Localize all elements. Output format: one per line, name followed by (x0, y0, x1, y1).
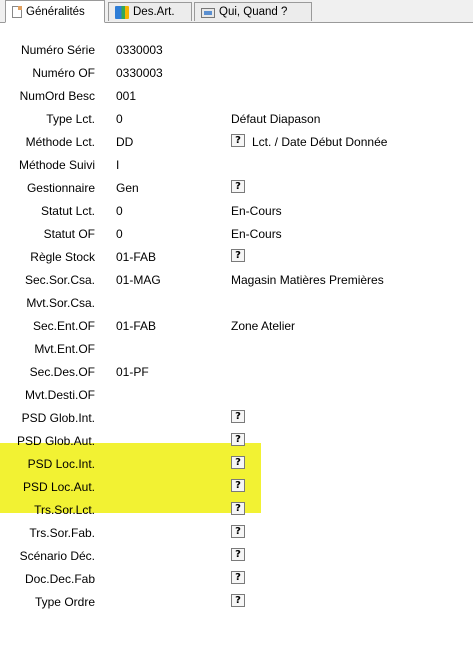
help-icon[interactable]: ? (231, 571, 245, 584)
field-description: En-Cours (231, 227, 282, 241)
document-icon (12, 5, 22, 18)
help-icon[interactable]: ? (231, 456, 245, 469)
field-label: Type Lct. (46, 112, 95, 126)
book-icon (115, 5, 129, 19)
help-icon[interactable]: ? (231, 548, 245, 561)
field-row-trs-sor-fab: Trs.Sor.Fab.? (0, 523, 473, 543)
field-label: Méthode Lct. (25, 135, 95, 149)
field-label: Scénario Déc. (19, 549, 95, 563)
field-label: Type Ordre (34, 595, 95, 609)
field-value: 01-MAG (116, 273, 161, 287)
field-value: 0330003 (116, 43, 163, 57)
help-icon[interactable]: ? (231, 502, 245, 515)
field-label: Trs.Sor.Lct. (34, 503, 95, 517)
field-row-type-ordre: Type Ordre? (0, 592, 473, 612)
field-label: Trs.Sor.Fab. (29, 526, 95, 540)
help-icon[interactable]: ? (231, 433, 245, 446)
field-label: PSD Glob.Int. (21, 411, 95, 425)
field-label: Méthode Suivi (18, 158, 95, 172)
field-value: 01-FAB (116, 319, 157, 333)
field-row-numero-serie: Numéro Série 0330003 (0, 40, 473, 60)
field-label: Gestionnaire (26, 181, 95, 195)
field-description: Lct. / Date Début Donnée (252, 135, 388, 149)
tab-generalites[interactable]: Généralités (5, 0, 105, 23)
field-value: Gen (116, 181, 139, 195)
field-row-statut-lct: Statut Lct. 0 En-Cours (0, 201, 473, 221)
help-icon[interactable]: ? (231, 134, 245, 147)
field-row-psd-loc-int: PSD Loc.Int.? (0, 454, 473, 474)
field-label: Doc.Dec.Fab (24, 572, 95, 586)
field-row-trs-sor-lct: Trs.Sor.Lct.? (0, 500, 473, 520)
field-label: Numéro OF (32, 66, 95, 80)
field-row-type-lct: Type Lct. 0 Défaut Diapason (0, 109, 473, 129)
tab-label: Des.Art. (133, 6, 175, 18)
field-row-numero-of: Numéro OF 0330003 (0, 63, 473, 83)
field-label: Mvt.Ent.OF (34, 342, 95, 356)
field-label: Numéro Série (20, 43, 95, 57)
help-icon[interactable]: ? (231, 410, 245, 423)
field-value: 0 (116, 227, 123, 241)
tab-bar: Généralités Des.Art. Qui, Quand ? (0, 0, 473, 23)
field-value: 0 (116, 204, 123, 218)
help-icon[interactable]: ? (231, 180, 245, 193)
field-label: Mvt.Desti.OF (24, 388, 95, 402)
field-row-regle-stock: Règle Stock 01-FAB? (0, 247, 473, 267)
field-value: 0 (116, 112, 123, 126)
field-value: 001 (116, 89, 137, 103)
field-description: Magasin Matières Premières (231, 273, 384, 287)
field-label: PSD Loc.Int. (27, 457, 95, 471)
help-icon[interactable]: ? (231, 479, 245, 492)
field-row-psd-glob-aut: PSD Glob.Aut.? (0, 431, 473, 451)
field-row-sec-ent-of: Sec.Ent.OF 01-FAB Zone Atelier (0, 316, 473, 336)
help-icon[interactable]: ? (231, 594, 245, 607)
field-description: Zone Atelier (231, 319, 296, 333)
help-icon[interactable]: ? (231, 525, 245, 538)
field-value: 01-PF (116, 365, 149, 379)
field-value: 0330003 (116, 66, 163, 80)
field-row-scenario-dec: Scénario Déc.? (0, 546, 473, 566)
field-value: 01-FAB (116, 250, 157, 264)
field-row-numord-besc: NumOrd Besc 001 (0, 86, 473, 106)
field-value: DD (116, 135, 134, 149)
field-row-doc-dec-fab: Doc.Dec.Fab? (0, 569, 473, 589)
field-label: Statut OF (43, 227, 95, 241)
field-label: PSD Glob.Aut. (16, 434, 95, 448)
field-label: Sec.Des.OF (29, 365, 95, 379)
field-row-methode-lct: Méthode Lct. DD? Lct. / Date Début Donnée (0, 132, 473, 152)
field-label: NumOrd Besc (19, 89, 95, 103)
tab-des-art[interactable]: Des.Art. (108, 2, 192, 21)
field-row-statut-of: Statut OF 0 En-Cours (0, 224, 473, 244)
tab-label: Qui, Quand ? (219, 6, 288, 18)
field-row-sec-sor-csa: Sec.Sor.Csa. 01-MAG Magasin Matières Premi… (0, 270, 473, 290)
field-value: I (116, 158, 120, 172)
field-row-mvt-ent-of: Mvt.Ent.OF (0, 339, 473, 359)
field-label: Sec.Ent.OF (32, 319, 95, 333)
tab-label: Généralités (26, 5, 85, 18)
field-row-sec-des-of: Sec.Des.OF 01-PF (0, 362, 473, 382)
field-description: Défaut Diapason (231, 112, 321, 126)
field-row-psd-loc-aut: PSD Loc.Aut.? (0, 477, 473, 497)
field-row-gestionnaire: Gestionnaire Gen? (0, 178, 473, 198)
field-label: Mvt.Sor.Csa. (26, 296, 95, 310)
field-description: En-Cours (231, 204, 282, 218)
field-label: Statut Lct. (40, 204, 95, 218)
field-row-psd-glob-int: PSD Glob.Int.? (0, 408, 473, 428)
field-row-mvt-desti-of: Mvt.Desti.OF (0, 385, 473, 405)
field-label: Sec.Sor.Csa. (24, 273, 95, 287)
screenshot-icon (201, 8, 215, 18)
tab-qui-quand[interactable]: Qui, Quand ? (194, 2, 312, 21)
field-row-mvt-sor-csa: Mvt.Sor.Csa. (0, 293, 473, 313)
field-label: Règle Stock (30, 250, 95, 264)
field-label: PSD Loc.Aut. (22, 480, 95, 494)
field-row-methode-suivi: Méthode Suivi I (0, 155, 473, 175)
help-icon[interactable]: ? (231, 249, 245, 262)
